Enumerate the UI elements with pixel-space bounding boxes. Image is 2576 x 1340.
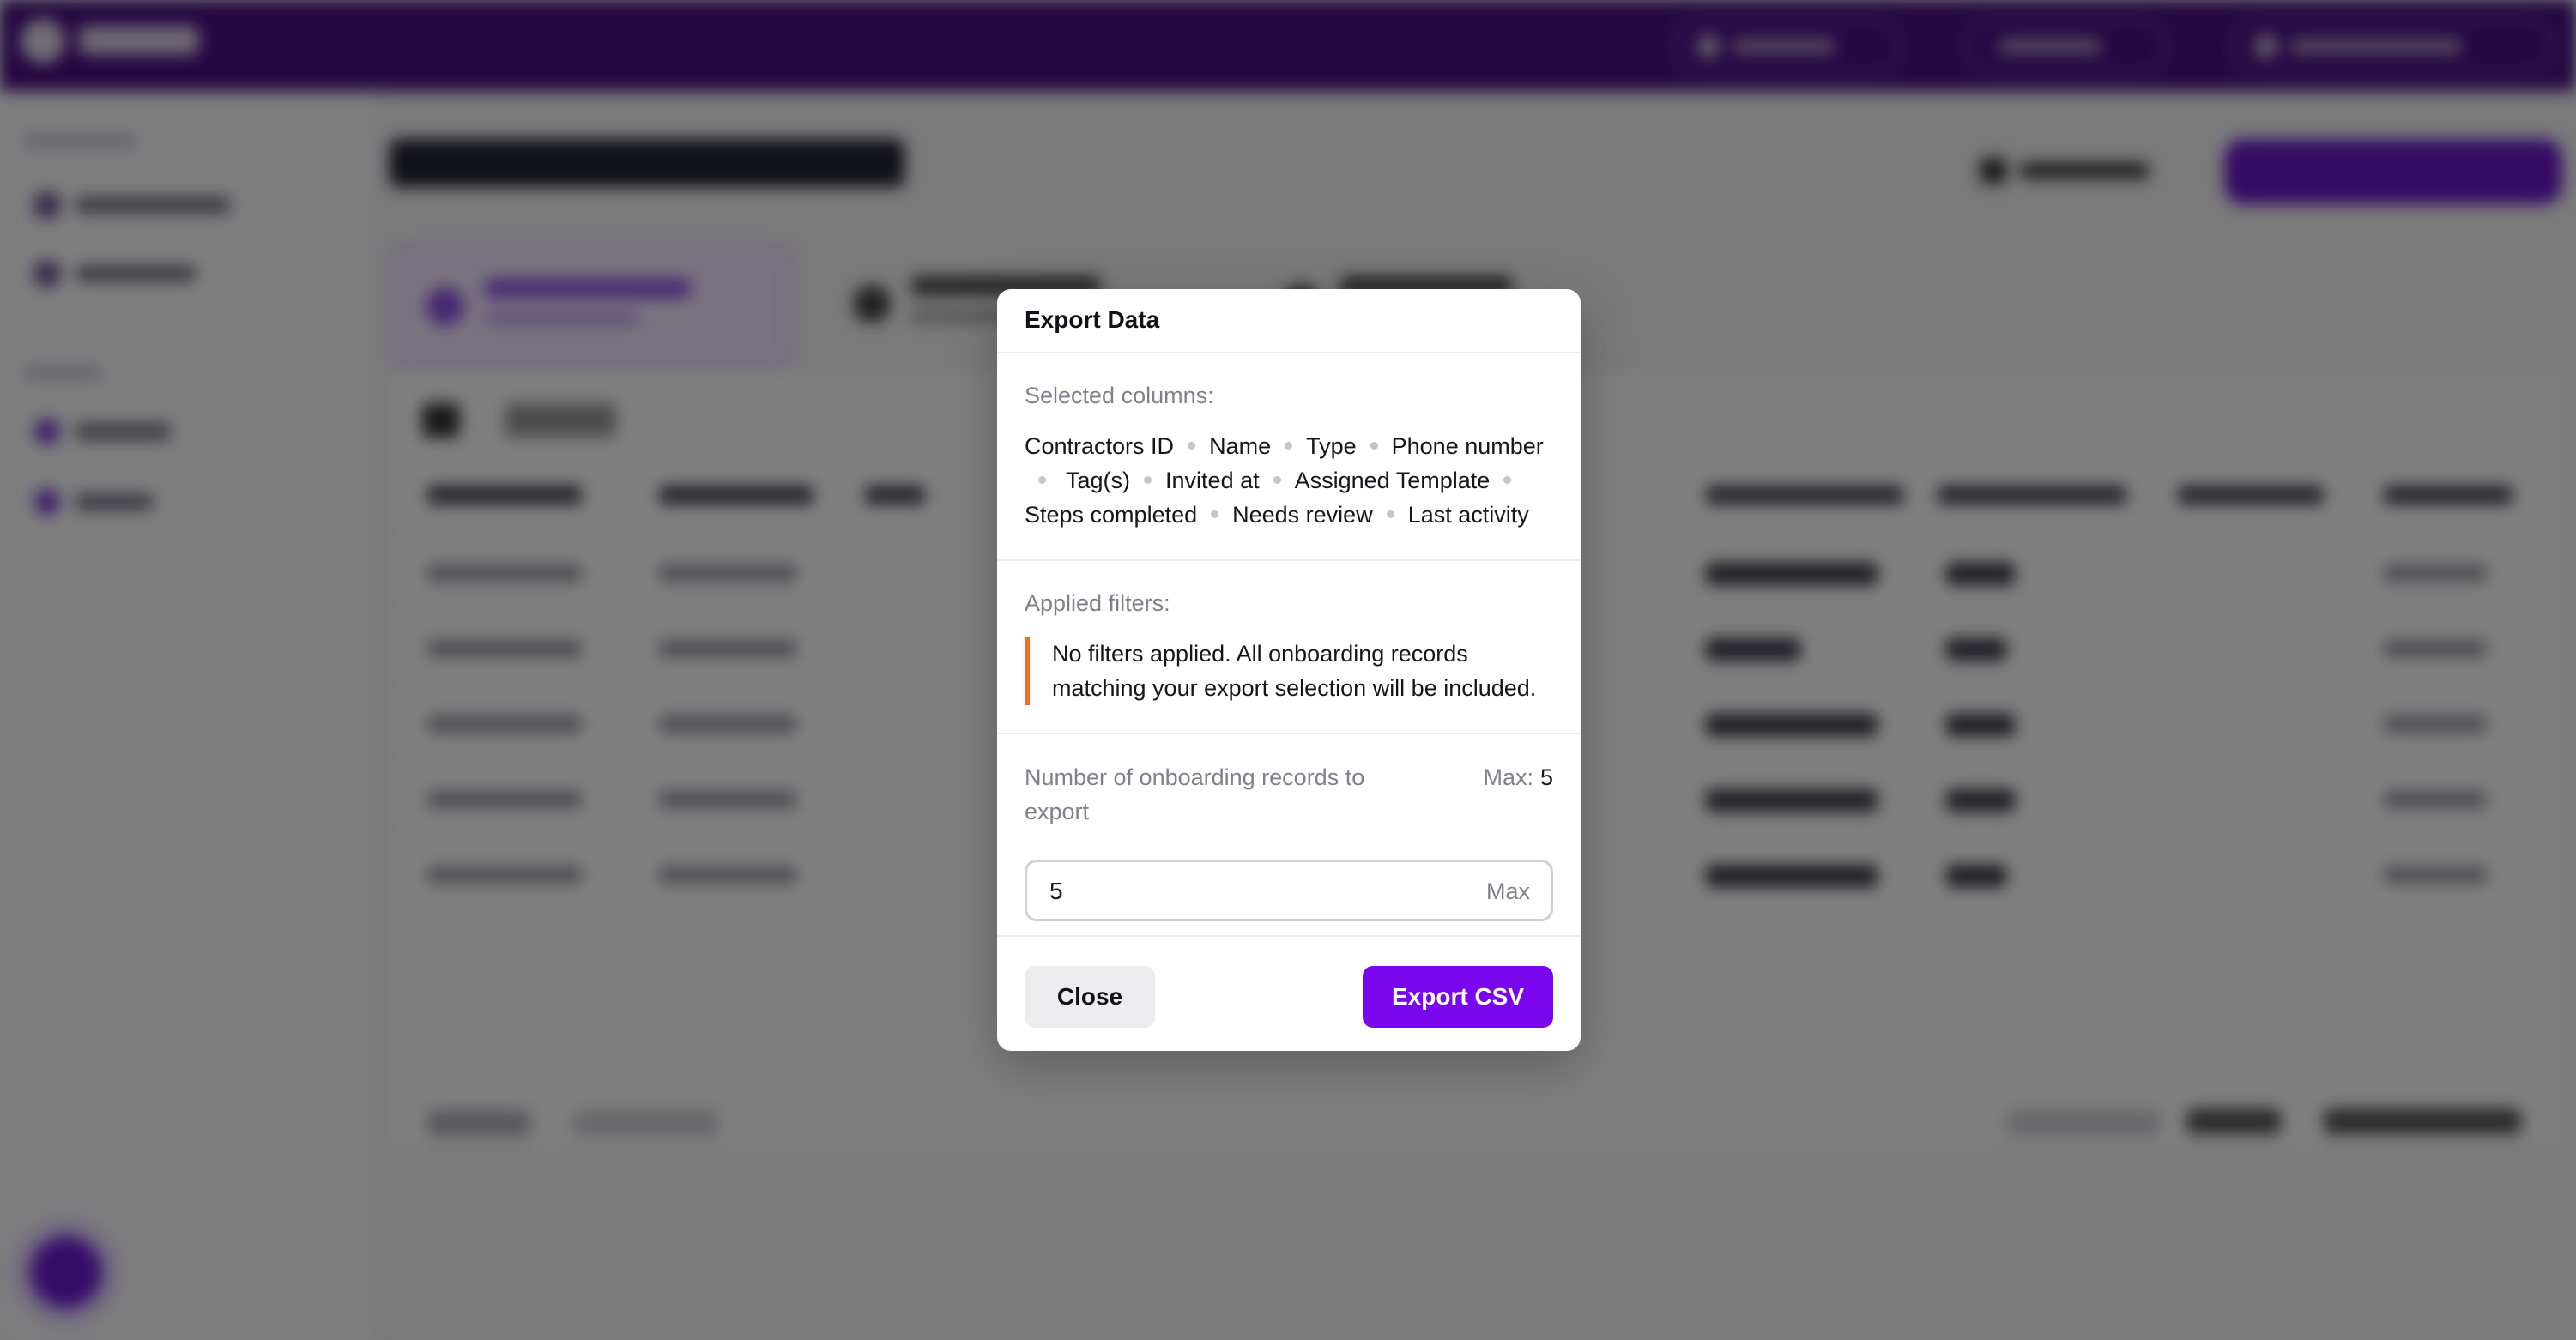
selected-columns-section: Selected columns: Contractors ID Name Type… bbox=[997, 353, 1581, 561]
max-indicator: Max: 5 bbox=[1483, 760, 1553, 794]
separator-dot bbox=[1038, 476, 1046, 485]
export-csv-button[interactable]: Export CSV bbox=[1363, 966, 1553, 1028]
separator-dot bbox=[1503, 476, 1512, 485]
column-last-activity: Last activity bbox=[1407, 502, 1529, 528]
dialog-title: Export Data bbox=[1025, 306, 1160, 333]
record-count-field[interactable]: Max bbox=[1025, 860, 1553, 921]
column-needs-review: Needs review bbox=[1232, 502, 1373, 528]
separator-dot bbox=[1211, 510, 1219, 519]
column-tags: Tag(s) bbox=[1066, 468, 1131, 493]
column-phone-number: Phone number bbox=[1391, 433, 1544, 459]
max-value: 5 bbox=[1539, 764, 1553, 790]
record-count-input[interactable] bbox=[1027, 862, 1463, 920]
separator-dot bbox=[1188, 442, 1196, 450]
column-name: Name bbox=[1209, 433, 1272, 459]
column-assigned-template: Assigned Template bbox=[1294, 468, 1491, 493]
input-max-button[interactable]: Max bbox=[1486, 878, 1530, 905]
separator-dot bbox=[1370, 442, 1378, 450]
separator-dot bbox=[1285, 442, 1293, 450]
export-data-dialog: Export Data Selected columns: Contractor… bbox=[997, 289, 1581, 1051]
filters-note: No filters applied. All onboarding recor… bbox=[1025, 637, 1557, 705]
separator-dot bbox=[1386, 510, 1394, 519]
record-count-section: Number of onboarding records to export M… bbox=[997, 734, 1581, 937]
column-invited-at: Invited at bbox=[1165, 468, 1260, 493]
applied-filters-section: Applied filters: No filters applied. All… bbox=[997, 561, 1581, 734]
separator-dot bbox=[1273, 476, 1281, 485]
separator-dot bbox=[1144, 476, 1152, 485]
column-type: Type bbox=[1306, 433, 1357, 459]
dialog-header: Export Data bbox=[997, 289, 1581, 353]
column-steps-completed: Steps completed bbox=[1025, 502, 1198, 528]
close-button[interactable]: Close bbox=[1025, 966, 1155, 1028]
selected-columns-label: Selected columns: bbox=[1025, 383, 1214, 408]
dialog-footer: Close Export CSV bbox=[997, 937, 1581, 1051]
applied-filters-label: Applied filters: bbox=[1025, 590, 1170, 616]
column-contractors-id: Contractors ID bbox=[1025, 433, 1175, 459]
max-label: Max: bbox=[1483, 764, 1533, 790]
record-count-label: Number of onboarding records to export bbox=[1025, 764, 1365, 824]
selected-columns-list: Contractors ID Name Type Phone number Tag(s… bbox=[1025, 429, 1557, 532]
